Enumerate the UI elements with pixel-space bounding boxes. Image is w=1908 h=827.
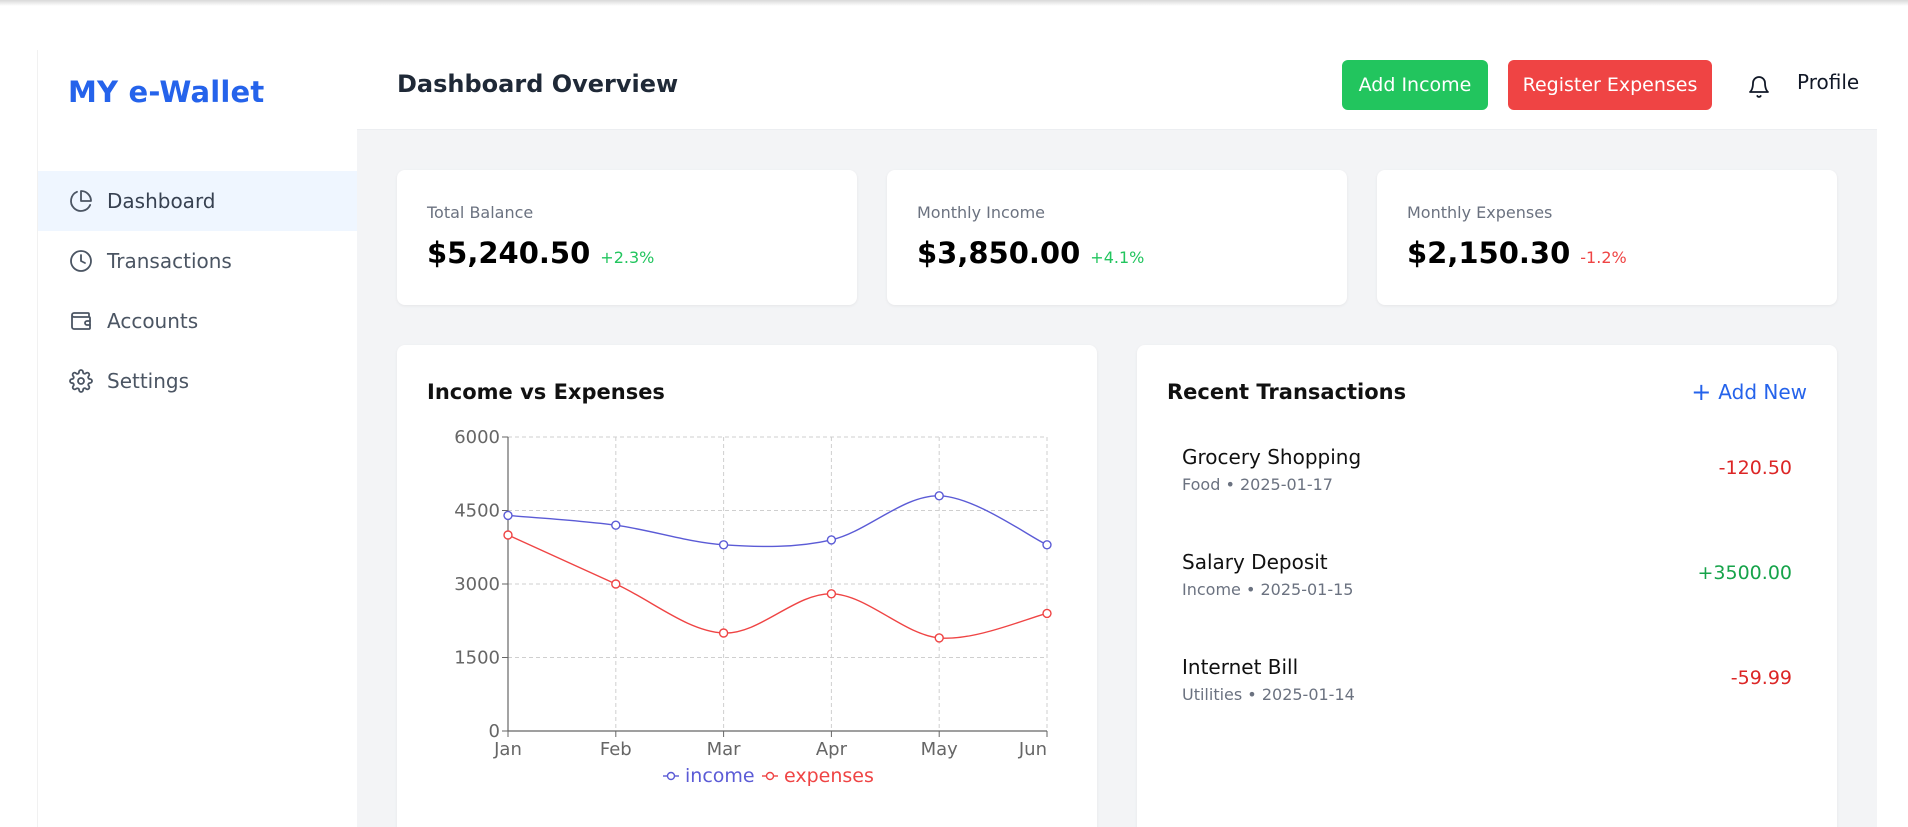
stat-card-monthly-expenses: Monthly Expenses $2,150.30 -1.2% [1377, 170, 1837, 305]
x-tick-label: May [921, 739, 959, 760]
stat-label: Monthly Income [917, 203, 1046, 222]
income-expenses-line-chart: 01500300045006000Jan Feb Mar Apr May Junincom… [454, 427, 1052, 787]
expenses-data-point [718, 628, 729, 638]
stat-amount: $5,240.50 [427, 236, 591, 270]
legend-label[interactable]: expenses [784, 765, 874, 787]
transaction-item[interactable]: Grocery Shopping Food • 2025-01-17 -120.… [1182, 445, 1792, 550]
income-data-point [611, 520, 621, 530]
stat-change: +2.3% [600, 248, 655, 267]
income-data-point [503, 510, 513, 521]
main-content: Total Balance $5,240.50 +2.3% Monthly In… [357, 130, 1877, 827]
sidebar-item-label: Settings [107, 369, 190, 393]
stat-label: Total Balance [427, 203, 534, 222]
income-data-point [934, 491, 944, 501]
transaction-amount: -59.99 [1730, 667, 1792, 689]
bell-icon[interactable] [1742, 70, 1776, 104]
transaction-title: Internet Bill [1182, 655, 1299, 679]
stat-value-row: $5,240.50 +2.3% [427, 236, 654, 270]
expenses-data-point [934, 633, 944, 643]
expenses-data-point [503, 530, 513, 540]
plus-icon: + [1691, 378, 1712, 406]
stat-value-row: $3,850.00 +4.1% [917, 236, 1144, 270]
legend-swatch-marker[interactable] [765, 771, 775, 781]
stat-amount: $3,850.00 [917, 236, 1081, 270]
income-series-line [507, 495, 1048, 548]
stat-card-total-balance: Total Balance $5,240.50 +2.3% [397, 170, 857, 305]
transaction-item[interactable]: Salary Deposit Income • 2025-01-15 +3500… [1182, 550, 1792, 655]
transaction-meta: Food • 2025-01-17 [1182, 475, 1333, 494]
stat-change: -1.2% [1580, 248, 1627, 267]
x-tick-label: Jun [1018, 739, 1047, 760]
transaction-title: Salary Deposit [1182, 550, 1328, 574]
brand-logo-text[interactable]: MY e-Wallet [68, 75, 265, 109]
transaction-list: Grocery Shopping Food • 2025-01-17 -120.… [1182, 445, 1792, 760]
y-tick-label: 3000 [454, 574, 500, 595]
expenses-data-point [826, 589, 837, 599]
sidebar: MY e-Wallet Dashboard Transactions Accou… [37, 50, 358, 827]
add-new-transaction-link[interactable]: + Add New [1691, 380, 1807, 404]
sidebar-item-transactions[interactable]: Transactions [38, 231, 358, 291]
legend-swatch-marker[interactable] [666, 771, 676, 781]
x-tick-label: Feb [600, 739, 632, 760]
x-tick-label: Apr [816, 739, 848, 760]
top-header: Dashboard Overview Add Income Register E… [357, 50, 1877, 130]
sidebar-item-label: Transactions [107, 249, 232, 273]
sidebar-item-settings[interactable]: Settings [38, 351, 358, 411]
expenses-data-point [611, 579, 621, 589]
income-data-point [718, 540, 729, 550]
stat-card-monthly-income: Monthly Income $3,850.00 +4.1% [887, 170, 1347, 305]
transactions-title: Recent Transactions [1167, 380, 1407, 404]
top-shadow [0, 0, 1908, 6]
profile-link[interactable]: Profile [1797, 70, 1859, 94]
expenses-data-point [1042, 608, 1052, 619]
clock-icon [68, 248, 94, 274]
y-tick-label: 6000 [454, 427, 500, 448]
income-data-point [1042, 540, 1052, 550]
transaction-meta: Income • 2025-01-15 [1182, 580, 1354, 599]
sidebar-nav: Dashboard Transactions Accounts Settings [38, 171, 358, 411]
transaction-title: Grocery Shopping [1182, 445, 1362, 469]
y-tick-label: 1500 [454, 648, 500, 669]
transaction-amount: +3500.00 [1697, 562, 1793, 584]
pie-chart-icon [68, 188, 94, 214]
sidebar-item-accounts[interactable]: Accounts [38, 291, 358, 351]
stat-label: Monthly Expenses [1407, 203, 1553, 222]
transaction-meta: Utilities • 2025-01-14 [1182, 685, 1355, 704]
add-income-button[interactable]: Add Income [1342, 60, 1488, 110]
x-tick-label: Jan [493, 739, 522, 760]
stat-amount: $2,150.30 [1407, 236, 1571, 270]
legend-label[interactable]: income [685, 765, 755, 787]
stat-value-row: $2,150.30 -1.2% [1407, 236, 1627, 270]
x-tick-label: Mar [707, 739, 742, 760]
recent-transactions-card: Recent Transactions + Add New Grocery Sh… [1137, 345, 1837, 827]
sidebar-item-label: Accounts [107, 309, 199, 333]
expenses-series-line [507, 534, 1048, 639]
register-expenses-button[interactable]: Register Expenses [1508, 60, 1712, 110]
sidebar-item-dashboard[interactable]: Dashboard [38, 171, 358, 231]
wallet-icon [68, 308, 94, 334]
transaction-item[interactable]: Internet Bill Utilities • 2025-01-14 -59… [1182, 655, 1792, 760]
transaction-amount: -120.50 [1718, 457, 1792, 479]
stat-change: +4.1% [1090, 248, 1145, 267]
chart-card: Income vs Expenses 0 1500 3000 4500 6000 Jan F… [397, 345, 1097, 827]
page-title: Dashboard Overview [397, 70, 679, 98]
sidebar-item-label: Dashboard [107, 189, 216, 213]
gear-icon [68, 368, 94, 394]
add-new-label: Add New [1718, 380, 1807, 404]
income-data-point [826, 535, 837, 545]
y-tick-label: 4500 [454, 501, 500, 522]
